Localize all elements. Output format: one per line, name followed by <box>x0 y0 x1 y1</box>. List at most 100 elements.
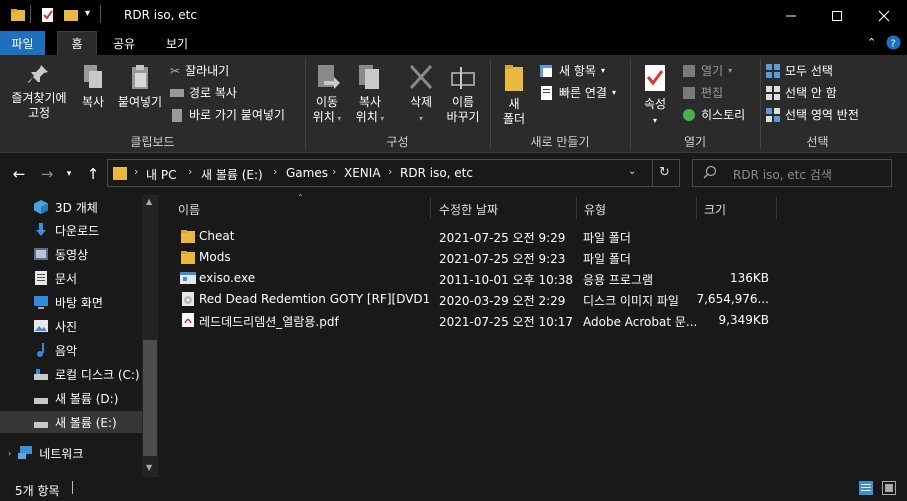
details-view-icon[interactable] <box>859 481 873 498</box>
search-placeholder: RDR iso, etc 검색 <box>733 168 832 182</box>
breadcrumb-current[interactable]: RDR iso, etc <box>400 166 473 180</box>
select-all-button[interactable]: 모두 선택 <box>766 62 833 79</box>
nav-scrollbar[interactable]: ▲ ▼ <box>142 195 158 477</box>
back-arrow-icon[interactable]: ← <box>8 163 30 185</box>
breadcrumb-xenia[interactable]: XENIA <box>344 166 381 180</box>
properties-qat-icon[interactable] <box>40 7 56 26</box>
table-row[interactable]: exiso.exe 2011-10-01 오후 10:38 응용 프로그램 13… <box>176 268 776 289</box>
column-header-type[interactable]: 유형 <box>584 199 694 219</box>
column-header-size[interactable]: 크기 <box>704 199 774 219</box>
nav-scrollbar-thumb[interactable] <box>143 340 157 456</box>
nav-item-desktop[interactable]: 바탕 화면 <box>0 291 142 313</box>
column-separator[interactable] <box>576 197 577 219</box>
folder-icon <box>10 7 26 26</box>
delete-button[interactable]: 삭제 ▾ <box>404 63 438 126</box>
select-none-button[interactable]: 선택 안 함 <box>766 84 837 101</box>
nav-item-drive-d[interactable]: 새 볼륨 (D:) <box>0 387 142 409</box>
new-folder-label-1: 새 <box>508 97 520 111</box>
nav-item-downloads[interactable]: 다운로드 <box>0 219 142 241</box>
help-icon[interactable]: ? <box>886 35 901 53</box>
table-row[interactable]: Mods 2021-07-25 오전 9:23 파일 폴더 <box>176 247 776 268</box>
table-row[interactable]: Red Dead Redemtion GOTY [RF][DVD1].... 2… <box>176 289 776 310</box>
paste-shortcut-button[interactable]: 바로 가기 붙여넣기 <box>170 106 285 123</box>
close-button[interactable] <box>861 0 907 31</box>
history-button[interactable]: 히스토리 <box>682 106 745 123</box>
paste-label: 붙여넣기 <box>117 95 163 109</box>
copy-to-icon <box>359 65 379 89</box>
refresh-icon[interactable]: ↻ <box>659 165 670 180</box>
breadcrumb-chevron-icon[interactable]: › <box>388 165 392 178</box>
search-box[interactable]: RDR iso, etc 검색 <box>692 159 892 187</box>
copy-button[interactable]: 복사 <box>76 63 110 110</box>
copy-path-button[interactable]: 경로 복사 <box>170 84 237 101</box>
file-name: Mods <box>199 250 231 264</box>
invert-selection-button[interactable]: 선택 영역 반전 <box>766 106 859 123</box>
new-folder-qat-icon[interactable] <box>63 7 79 26</box>
scroll-up-icon[interactable]: ▲ <box>146 197 152 206</box>
nav-label: 네트워크 <box>39 446 84 461</box>
document-icon <box>35 271 47 285</box>
forward-arrow-icon[interactable]: → <box>36 163 58 185</box>
select-none-icon <box>766 85 780 100</box>
move-to-button[interactable]: 이동 위치 ▾ <box>310 63 344 126</box>
new-item-button[interactable]: 새 항목 ▾ <box>540 62 605 79</box>
address-bar[interactable]: › 내 PC › 새 볼륨 (E:) › Games › XENIA › RDR… <box>107 159 680 187</box>
breadcrumb-games[interactable]: Games <box>286 166 328 180</box>
nav-item-drive-e[interactable]: 새 볼륨 (E:) <box>0 411 142 433</box>
nav-label: 바탕 화면 <box>55 295 103 310</box>
search-icon <box>703 165 717 182</box>
qat-dropdown-icon[interactable]: ▾ <box>85 8 90 19</box>
tab-share[interactable]: 공유 <box>104 31 144 55</box>
tab-home[interactable]: 홈 <box>57 31 97 55</box>
column-header-date[interactable]: 수정한 날짜 <box>439 199 569 219</box>
up-arrow-icon[interactable]: ↑ <box>82 163 104 185</box>
edit-button[interactable]: 편집 <box>682 84 723 101</box>
rename-button[interactable]: 이름 바꾸기 <box>442 63 484 125</box>
table-row[interactable]: 레드데드리뎀션_열람용.pdf 2021-07-25 오전 10:17 Adob… <box>176 310 776 331</box>
tab-file[interactable]: 파일 <box>0 31 45 55</box>
address-dropdown-icon[interactable]: ⌄ <box>628 166 636 177</box>
expand-chevron-icon[interactable]: › <box>8 449 11 458</box>
easy-access-label: 빠른 연결 <box>559 86 607 100</box>
breadcrumb-this-pc[interactable]: 내 PC <box>146 166 176 183</box>
nav-item-pictures[interactable]: 사진 <box>0 315 142 337</box>
copy-to-label-2: 위치 <box>355 110 378 124</box>
breadcrumb-chevron-icon[interactable]: › <box>273 165 277 178</box>
column-separator[interactable] <box>430 197 431 219</box>
pin-to-quick-access-button[interactable]: 즐겨찾기에 고정 <box>4 63 74 121</box>
nav-item-drive-c[interactable]: 로컬 디스크 (C:) <box>0 363 142 385</box>
file-type: Adobe Acrobat 문... <box>583 315 698 329</box>
large-icons-view-icon[interactable] <box>882 481 896 498</box>
column-separator[interactable] <box>776 197 777 219</box>
open-button[interactable]: 열기 ▾ <box>682 62 732 79</box>
open-group-label: 열기 <box>683 135 707 149</box>
file-date: 2020-03-29 오전 2:29 <box>439 294 566 308</box>
nav-item-network[interactable]: › 네트워크 <box>0 442 142 464</box>
cut-button[interactable]: ✂ 잘라내기 <box>170 62 229 79</box>
minimize-button[interactable] <box>768 0 814 31</box>
breadcrumb-chevron-icon[interactable]: › <box>332 165 336 178</box>
properties-icon <box>645 65 665 91</box>
maximize-button[interactable] <box>814 0 860 31</box>
nav-item-videos[interactable]: 동영상 <box>0 243 142 265</box>
tab-view[interactable]: 보기 <box>157 31 197 55</box>
table-row[interactable]: Cheat 2021-07-25 오전 9:29 파일 폴더 <box>176 226 776 247</box>
breadcrumb-chevron-icon[interactable]: › <box>134 165 138 178</box>
scroll-down-icon[interactable]: ▼ <box>146 463 152 472</box>
copy-to-button[interactable]: 복사 위치 ▾ <box>352 63 388 126</box>
nav-item-documents[interactable]: 문서 <box>0 267 142 289</box>
properties-button[interactable]: 속성 ▾ <box>636 63 674 128</box>
nav-item-3d-objects[interactable]: 3D 개체 <box>0 196 142 218</box>
column-header-name[interactable]: 이름 <box>178 199 428 219</box>
file-type: 파일 폴더 <box>583 252 631 266</box>
collapse-ribbon-icon[interactable]: ⌃ <box>867 36 876 49</box>
paste-button[interactable]: 붙여넣기 <box>114 63 166 110</box>
column-separator[interactable] <box>696 197 697 219</box>
breadcrumb-chevron-icon[interactable]: › <box>188 165 192 178</box>
recent-locations-chevron-icon[interactable]: ▾ <box>58 163 80 185</box>
edit-label: 편집 <box>701 86 724 100</box>
easy-access-button[interactable]: 빠른 연결 ▾ <box>540 84 616 101</box>
nav-item-music[interactable]: 음악 <box>0 339 142 361</box>
breadcrumb-volume-e[interactable]: 새 볼륨 (E:) <box>201 166 263 183</box>
new-folder-button[interactable]: 새 폴더 <box>496 63 532 127</box>
